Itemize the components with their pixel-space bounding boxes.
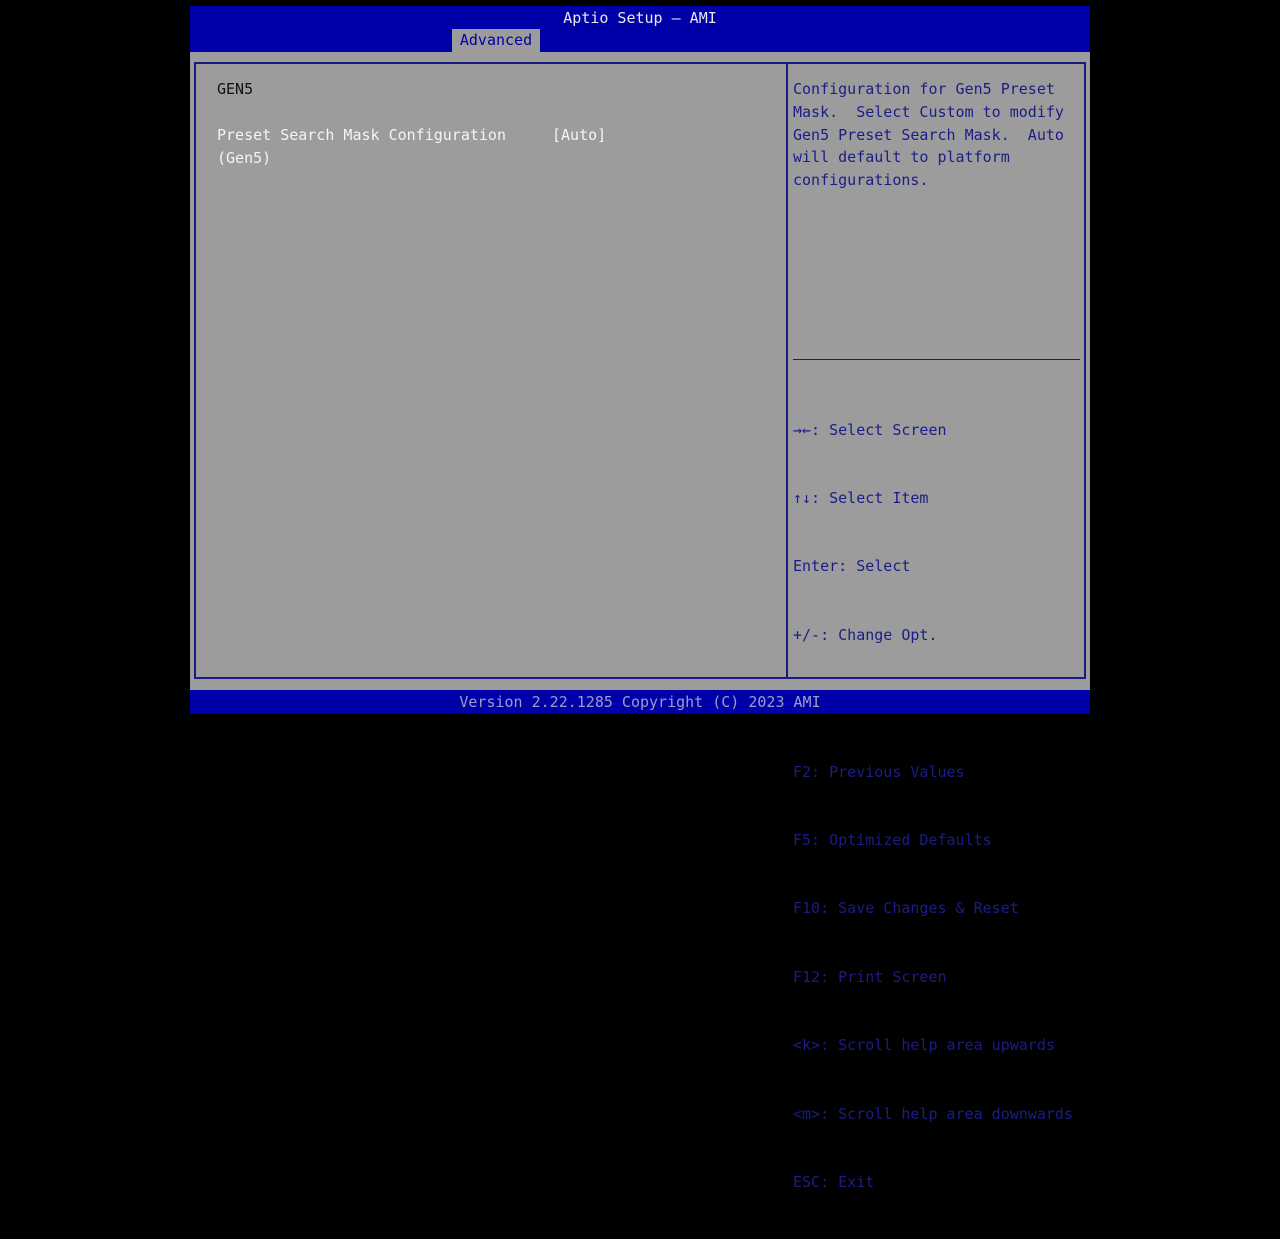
key-select-screen: →←: Select Screen <box>793 420 947 439</box>
bios-screen: Aptio Setup – AMI Advanced GEN5 Preset S… <box>190 6 1090 1191</box>
tab-advanced[interactable]: Advanced <box>452 29 540 52</box>
key-f2: F2: Previous Values <box>793 762 965 781</box>
setting-label-line2: (Gen5) <box>217 149 272 167</box>
setting-value[interactable]: [Auto] <box>552 124 606 147</box>
help-pane: Configuration for Gen5 Preset Mask. Sele… <box>788 64 1084 1191</box>
app-title: Aptio Setup – AMI <box>563 9 717 27</box>
header-bar: Aptio Setup – AMI Advanced <box>190 6 1090 52</box>
key-change-opt: +/-: Change Opt. <box>793 625 938 644</box>
key-enter: Enter: Select <box>793 557 911 576</box>
key-f5: F5: Optimized Defaults <box>793 830 992 849</box>
main-panel: GEN5 Preset Search Mask Configuration (G… <box>194 62 1086 1191</box>
key-k: <k>: Scroll help area upwards <box>793 1036 1055 1055</box>
key-f12: F12: Print Screen <box>793 967 947 986</box>
key-esc: ESC: Exit <box>793 1172 875 1191</box>
key-legend: →←: Select Screen ↑↓: Select Item Enter:… <box>793 373 1073 1239</box>
setting-item-preset-search-mask[interactable]: Preset Search Mask Configuration (Gen5) <box>217 124 506 170</box>
settings-pane: GEN5 Preset Search Mask Configuration (G… <box>196 64 788 677</box>
key-f10: F10: Save Changes & Reset <box>793 899 1019 918</box>
help-divider <box>793 359 1080 360</box>
key-select-item: ↑↓: Select Item <box>793 488 929 507</box>
footer-version: Version 2.22.1285 Copyright (C) 2023 AMI <box>190 690 1090 714</box>
setting-label: Preset Search Mask Configuration <box>217 126 506 144</box>
section-title: GEN5 <box>217 80 254 98</box>
help-text: Configuration for Gen5 Preset Mask. Sele… <box>793 80 1064 190</box>
key-m: <m>: Scroll help area downwards <box>793 1104 1073 1123</box>
